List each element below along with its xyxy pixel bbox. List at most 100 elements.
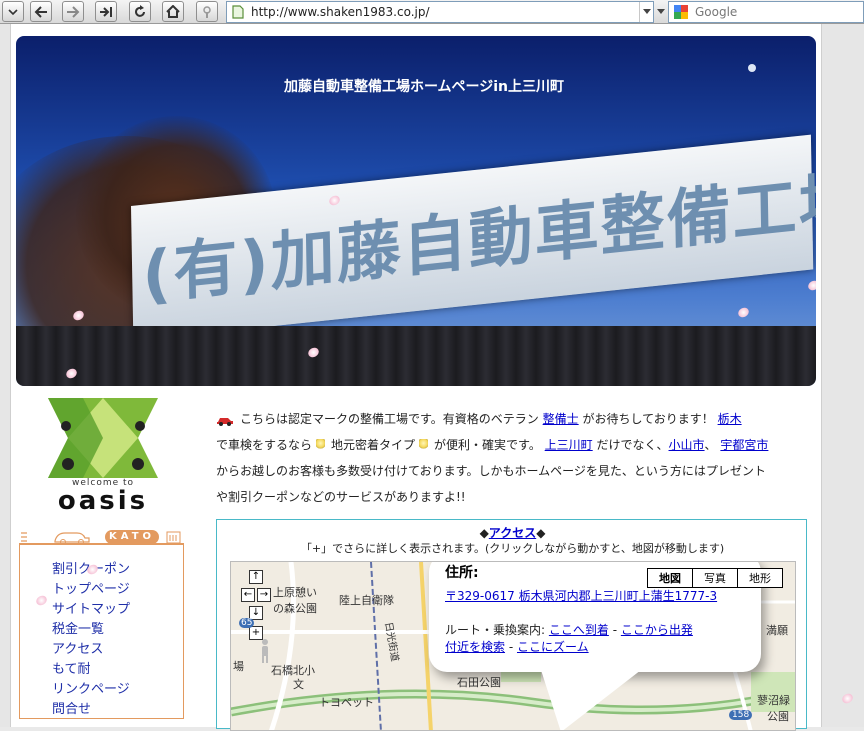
map-title: ◆アクセス◆	[217, 524, 808, 541]
logo-name: oasis	[57, 486, 149, 516]
menu-dropdown-button[interactable]	[2, 1, 24, 22]
nav-item-motetai[interactable]: もて耐	[52, 660, 183, 680]
route-from-link[interactable]: ここから出発	[621, 623, 693, 637]
back-button[interactable]	[30, 1, 52, 22]
map-label: 満願	[766, 624, 788, 637]
intro-text-6: だけでなく、	[596, 438, 669, 452]
map-label: 陸上自衛隊	[339, 594, 394, 607]
map-label: 上原憩い	[273, 586, 317, 599]
bulb-icon	[419, 439, 429, 451]
search-bar[interactable]: Google	[668, 1, 864, 23]
oasis-logo[interactable]: welcome to oasis	[38, 394, 168, 516]
route-label: ルート・乗換案内:	[445, 623, 546, 637]
chevron-down-icon	[657, 8, 665, 14]
map-label: トヨペット	[319, 696, 374, 709]
search-nearby-link[interactable]: 付近を検索	[445, 640, 505, 654]
pan-up-button[interactable]: ↑	[249, 570, 263, 584]
moon-decoration	[748, 64, 756, 72]
map-label: 石田公園	[457, 676, 501, 689]
nav-item-tax-list[interactable]: 税金一覧	[52, 620, 183, 640]
map-type-map[interactable]: 地図	[648, 569, 692, 587]
intro-line-1: こちらは認定マークの整備工場です。有資格のベテラン 整備士 がお待ちしております…	[216, 406, 796, 432]
page-content: (有)加藤自動車整備工場 加藤自動車整備工場ホームページin上三川町 welco…	[10, 24, 822, 731]
intro-text-2: がお待ちしております！	[582, 412, 714, 426]
kato-badge: KATO	[105, 530, 160, 544]
forward-button[interactable]	[62, 1, 84, 22]
url-text: http://www.shaken1983.co.jp/	[251, 5, 430, 19]
petal-decoration	[840, 691, 855, 706]
nav-item-coupon[interactable]: 割引クーポン	[52, 560, 183, 580]
map-label: の森公園	[273, 602, 317, 615]
link-utsunomiya[interactable]: 宇都宮市	[720, 438, 768, 452]
link-access[interactable]: アクセス	[489, 526, 536, 540]
map-type-satellite[interactable]: 写真	[692, 569, 737, 587]
security-button[interactable]	[196, 1, 218, 22]
reload-button[interactable]	[129, 1, 151, 22]
header-banner: (有)加藤自動車整備工場 加藤自動車整備工場ホームページin上三川町	[16, 36, 816, 386]
lock-icon	[203, 5, 211, 18]
url-history-dropdown[interactable]	[639, 2, 653, 22]
intro-text-5: が便利・確実です。	[434, 438, 541, 452]
map-type-control: 地図 写真 地形	[647, 568, 783, 588]
browser-toolbar: http://www.shaken1983.co.jp/ Google	[0, 0, 864, 24]
link-kaminokawa[interactable]: 上三川町	[545, 438, 593, 452]
logo-graphic	[48, 398, 158, 478]
page-icon	[232, 5, 244, 19]
zoom-here-link[interactable]: ここにズーム	[517, 640, 589, 654]
home-icon	[166, 5, 180, 18]
chevron-down-icon	[642, 9, 651, 14]
nav-item-contact[interactable]: 問合せ	[52, 700, 183, 720]
google-map[interactable]: ↑ ← → ↓ + 上原憩い の森公園 陸上自衛隊 石橋北小 文 日光街道 トヨ…	[230, 561, 796, 731]
pan-right-button[interactable]: →	[257, 588, 271, 602]
route-badge: 158	[729, 710, 753, 720]
kato-badge-text: KATO	[105, 530, 160, 544]
link-mechanic[interactable]: 整備士	[543, 412, 579, 426]
pan-left-button[interactable]: ←	[241, 588, 255, 602]
intro-text-1: こちらは認定マークの整備工場です。有資格のベテラン	[240, 412, 539, 426]
petal-decoration	[806, 278, 816, 293]
route-links: ルート・乗換案内: ここへ到着 - ここから出発 付近を検索 - ここにズーム	[445, 623, 693, 654]
map-label: 場	[233, 660, 244, 673]
route-badge: 65	[239, 618, 255, 628]
skip-forward-button[interactable]	[95, 1, 117, 22]
map-label: 公園	[767, 710, 789, 723]
chevron-down-icon	[8, 8, 18, 15]
url-bar[interactable]: http://www.shaken1983.co.jp/	[226, 1, 654, 23]
intro-text-3: で車検をするなら	[216, 438, 313, 452]
search-engine-dropdown[interactable]	[656, 1, 666, 22]
map-title-suffix: ◆	[536, 526, 546, 540]
intro-text-4: 地元密着タイプ	[331, 438, 416, 452]
intro-text-7: 、	[704, 438, 717, 452]
home-button[interactable]	[162, 1, 184, 22]
red-car-icon	[217, 418, 233, 426]
nav-item-sitemap[interactable]: サイトマップ	[52, 600, 183, 620]
route-to-link[interactable]: ここへ到着	[549, 623, 609, 637]
address-heading: 住所:	[445, 565, 479, 581]
petal-decoration	[736, 305, 751, 320]
link-tochigi[interactable]: 栃木	[718, 412, 742, 426]
map-title-prefix: ◆	[479, 526, 489, 540]
map-instructions: 「+」でさらに詳しく表示されます。(クリックしながら動かすと、地図が移動します)	[300, 542, 725, 555]
google-icon	[674, 5, 688, 19]
intro-line-4: や割引クーポンなどのサービスがありますよ!!	[216, 490, 466, 504]
roof-decoration	[16, 326, 816, 386]
intro-line-2: で車検をするなら 地元密着タイプ が便利・確実です。 上三川町 だけでなく、小山市、…	[216, 432, 796, 458]
nav-item-top[interactable]: トップページ	[52, 580, 183, 600]
link-oyama[interactable]: 小山市	[669, 438, 705, 452]
access-map-section: ◆アクセス◆ 「+」でさらに詳しく表示されます。(クリックしながら動かすと、地図…	[216, 519, 808, 731]
pegman-icon	[262, 639, 268, 663]
intro-line-3: からお越しのお客様も多数受け付けております。しかもホームページを見た、という方に…	[216, 464, 766, 478]
bubble-tail	[541, 670, 641, 730]
sidebar-nav: 割引クーポン トップページ サイトマップ 税金一覧 アクセス もて耐 リンクペー…	[19, 543, 184, 719]
page-viewport: (有)加藤自動車整備工場 加藤自動車整備工場ホームページin上三川町 welco…	[0, 24, 864, 731]
banner-title: 加藤自動車整備工場ホームページin上三川町	[283, 79, 565, 95]
address-link[interactable]: 〒329-0617 栃木県河内郡上三川町上蒲生1777-3	[445, 587, 717, 604]
nav-item-access[interactable]: アクセス	[52, 640, 183, 660]
intro-text: こちらは認定マークの整備工場です。有資格のベテラン 整備士 がお待ちしております…	[216, 406, 796, 510]
reload-icon	[135, 4, 145, 17]
skip-forward-icon	[100, 6, 112, 17]
nav-item-links[interactable]: リンクページ	[52, 680, 183, 700]
map-label: 蓼沼緑	[757, 694, 790, 707]
map-type-terrain[interactable]: 地形	[737, 569, 782, 587]
search-placeholder: Google	[695, 5, 738, 19]
